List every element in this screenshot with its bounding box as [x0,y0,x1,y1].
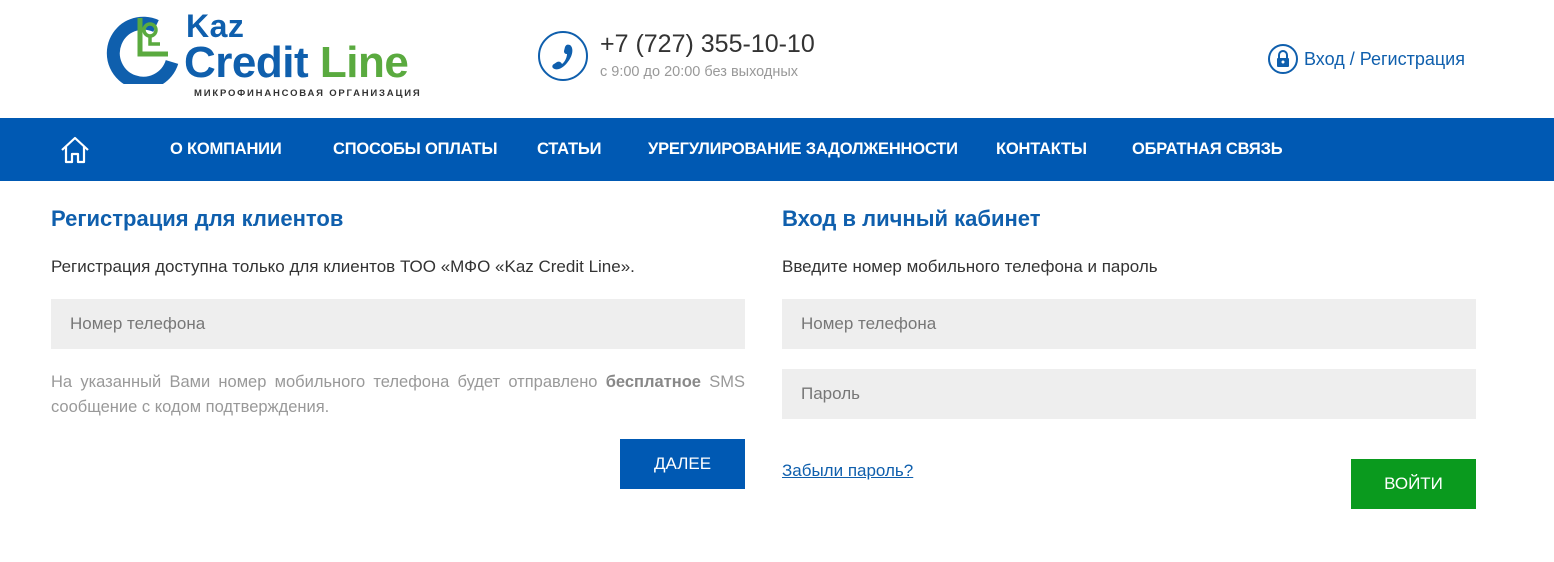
login-password-input[interactable] [782,369,1476,419]
site-header: Kaz Credit Line МИКРОФИНАНСОВАЯ ОРГАНИЗА… [0,0,1554,118]
nav-item-about[interactable]: О КОМПАНИИ [170,140,282,159]
nav-item-feedback[interactable]: ОБРАТНАЯ СВЯЗЬ [1132,140,1283,159]
working-hours: с 9:00 до 20:00 без выходных [600,64,799,80]
nav-item-debt-settlement[interactable]: УРЕГУЛИРОВАНИЕ ЗАДОЛЖЕННОСТИ [648,140,958,159]
nav-item-contacts[interactable]: КОНТАКТЫ [996,140,1087,159]
login-button[interactable]: ВОЙТИ [1351,459,1476,509]
logo-credit-word: Credit [184,38,309,87]
logo-line-word: Line [319,38,409,87]
login-register-label: Вход / Регистрация [1304,48,1465,69]
logo-subtitle: МИКРОФИНАНСОВАЯ ОРГАНИЗАЦИЯ [194,88,422,99]
home-icon[interactable] [58,135,92,165]
logo-credit-text: Credit Line [184,38,409,88]
login-phone-input[interactable] [782,299,1476,349]
sms-note-bold: бесплатное [605,373,701,391]
nav-item-articles[interactable]: СТАТЬИ [537,140,601,159]
lock-icon [1268,44,1298,74]
registration-title: Регистрация для клиентов [51,206,344,231]
forgot-password-link[interactable]: Забыли пароль? [782,461,913,481]
login-register-link[interactable]: Вход / Регистрация [1268,44,1465,74]
phone-number[interactable]: +7 (727) 355-10-10 [600,30,815,59]
sms-note-text-1: На указанный Вами номер мобильного телеф… [51,373,606,391]
next-button[interactable]: ДАЛЕЕ [620,439,745,489]
phone-handset-icon [552,44,573,70]
sms-note: На указанный Вами номер мобильного телеф… [51,370,745,420]
nav-item-payment-methods[interactable]: СПОСОБЫ ОПЛАТЫ [333,140,498,159]
logo[interactable]: Kaz Credit Line МИКРОФИНАНСОВАЯ ОРГАНИЗА… [106,8,436,102]
logo-mark-icon [106,16,179,84]
main-nav: О КОМПАНИИ СПОСОБЫ ОПЛАТЫ СТАТЬИ УРЕГУЛИ… [0,118,1554,181]
registration-phone-input[interactable] [51,299,745,349]
login-description: Введите номер мобильного телефона и паро… [782,257,1158,276]
registration-description: Регистрация доступна только для клиентов… [51,257,635,276]
login-title: Вход в личный кабинет [782,206,1041,231]
phone-icon [538,31,588,81]
